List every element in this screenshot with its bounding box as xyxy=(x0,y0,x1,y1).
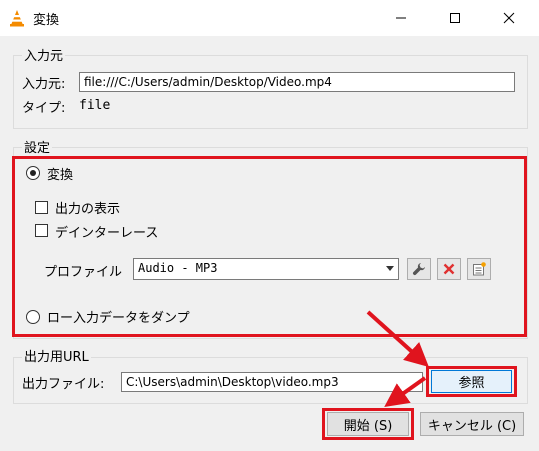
arrow-to-browse xyxy=(366,310,429,368)
annotation-arrows xyxy=(366,310,429,407)
arrow-to-start xyxy=(384,376,427,407)
